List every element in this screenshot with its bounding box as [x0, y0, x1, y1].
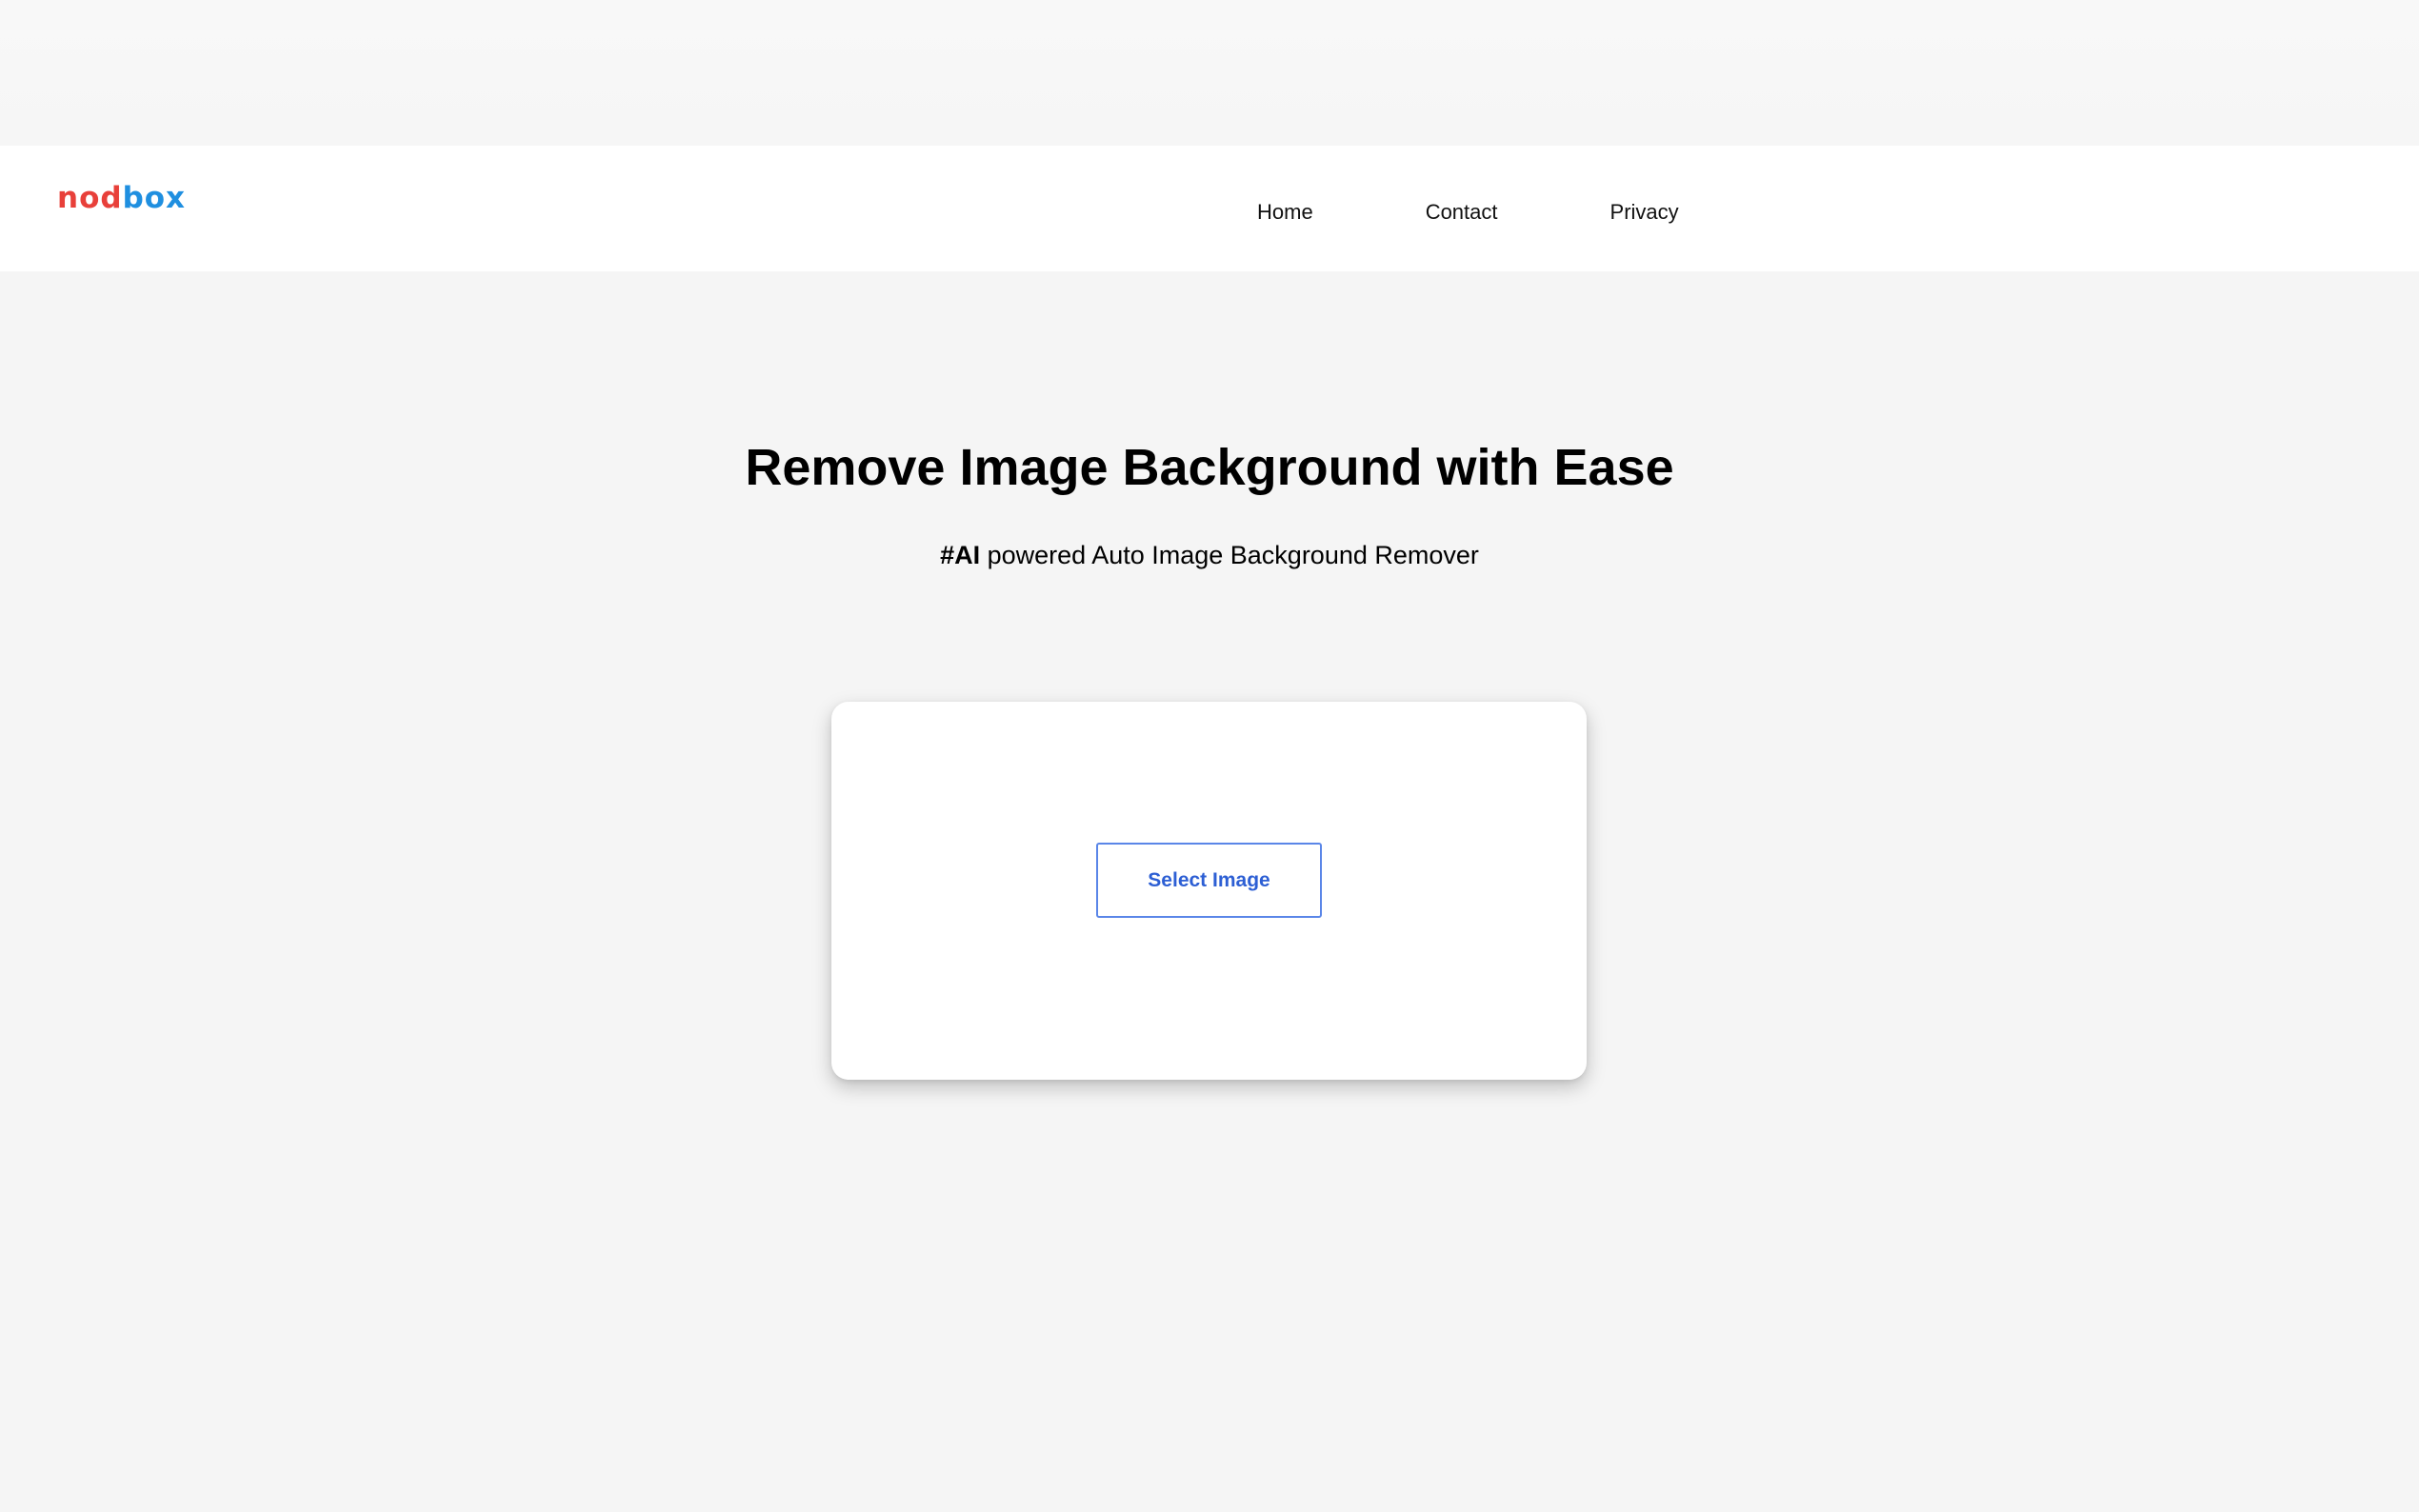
- navbar: nodbox Home Contact Privacy: [0, 146, 2419, 271]
- upload-card: Select Image: [831, 702, 1587, 1080]
- main-nav: Home Contact Privacy: [1257, 146, 1791, 271]
- subtitle-ai-tag: #AI: [940, 541, 981, 569]
- nav-link-home[interactable]: Home: [1257, 192, 1313, 225]
- site-logo[interactable]: nodbox: [57, 184, 186, 213]
- select-image-button[interactable]: Select Image: [1096, 843, 1322, 918]
- logo-text-nod: nod: [57, 181, 123, 215]
- page-title: Remove Image Background with Ease: [745, 439, 1674, 496]
- page-subtitle: #AI powered Auto Image Background Remove…: [0, 541, 2419, 570]
- nav-link-privacy[interactable]: Privacy: [1610, 192, 1679, 225]
- nav-link-contact[interactable]: Contact: [1426, 192, 1498, 225]
- browser-top-strip: [0, 0, 2419, 146]
- subtitle-text: powered Auto Image Background Remover: [980, 541, 1479, 569]
- logo-text-box: box: [122, 181, 187, 215]
